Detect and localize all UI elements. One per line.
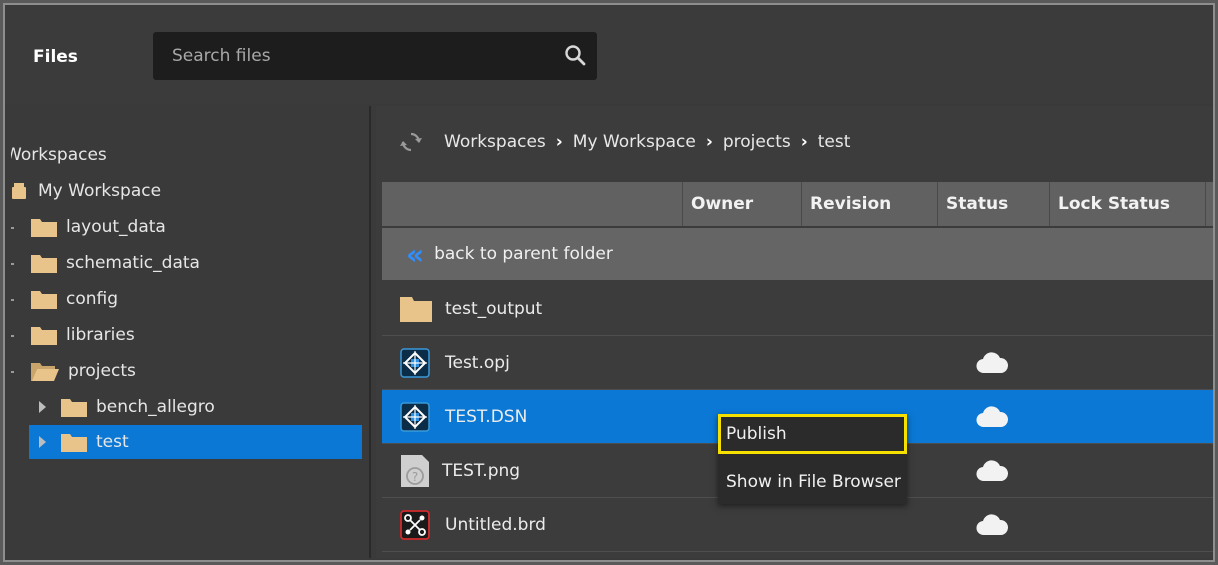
tree-item-my-workspace[interactable]: My Workspace [11, 174, 161, 208]
breadcrumb-item-test[interactable]: test [818, 132, 851, 152]
tree-item-label: Workspaces [11, 145, 107, 165]
workspace-icon [12, 183, 26, 199]
folder-icon [400, 297, 432, 322]
files-window: Files Workspaces My Workspace layout_dat… [3, 3, 1215, 562]
chevron-right-icon: › [555, 132, 563, 152]
column-header-revision[interactable]: Revision [801, 182, 937, 226]
column-header-more[interactable] [1205, 182, 1213, 226]
column-header-lock-status[interactable]: Lock Status [1049, 182, 1205, 226]
folder-icon [31, 255, 57, 273]
file-row[interactable]: Test.opj [382, 336, 1213, 390]
menu-item-publish[interactable]: Publish [718, 414, 907, 454]
search-box[interactable] [153, 32, 597, 80]
project-file-icon [400, 348, 430, 378]
tree-item-label: config [66, 289, 119, 309]
tree-item-libraries[interactable]: libraries [31, 318, 135, 352]
tree-item-layout-data[interactable]: layout_data [31, 210, 166, 244]
unknown-file-icon: ? [401, 455, 429, 487]
cloud-icon [976, 352, 1008, 374]
expand-caret-icon[interactable] [39, 401, 46, 413]
double-chevron-left-icon: « [406, 237, 424, 271]
folder-icon [31, 219, 57, 237]
tree-item-label: schematic_data [66, 253, 200, 273]
column-header-status[interactable]: Status [937, 182, 1049, 226]
page-title: Files [33, 47, 78, 67]
tree-connector [11, 227, 14, 229]
breadcrumb-item-workspaces[interactable]: Workspaces [444, 132, 546, 152]
back-label: back to parent folder [434, 244, 613, 264]
board-file-icon [400, 510, 430, 540]
tree-item-label: test [96, 432, 129, 452]
file-name: TEST.DSN [445, 406, 528, 427]
context-menu: Publish Show in File Browser [718, 414, 907, 504]
file-name: Test.opj [445, 352, 510, 373]
expand-caret-icon[interactable] [39, 436, 46, 448]
chevron-right-icon: › [705, 132, 713, 152]
file-name: test_output [445, 298, 543, 319]
tree-item-label: My Workspace [38, 181, 162, 201]
tree-connector [11, 299, 14, 301]
tree-item-test[interactable]: test [29, 425, 362, 459]
tree-item-schematic-data[interactable]: schematic_data [31, 246, 200, 280]
tree-item-label: bench_allegro [96, 397, 215, 417]
search-input[interactable] [153, 32, 553, 80]
column-header-row: Owner Revision Status Lock Status [382, 182, 1213, 226]
chevron-right-icon: › [800, 132, 808, 152]
tree-item-label: projects [68, 361, 136, 381]
tree-item-projects[interactable]: projects [31, 354, 136, 388]
file-row[interactable]: test_output [382, 282, 1213, 336]
svg-text:?: ? [412, 470, 418, 484]
refresh-icon[interactable] [400, 131, 422, 153]
tree-item-label: layout_data [66, 217, 166, 237]
breadcrumb-item-my-workspace[interactable]: My Workspace [573, 132, 696, 152]
files-header: Files [5, 5, 1213, 103]
tree-item-bench-allegro[interactable]: bench_allegro [39, 390, 215, 424]
folder-icon [61, 399, 87, 417]
tree-connector [11, 335, 14, 337]
column-header-owner[interactable]: Owner [682, 182, 801, 226]
breadcrumb: Workspaces › My Workspace › projects › t… [376, 106, 1213, 178]
cloud-icon [976, 460, 1008, 482]
breadcrumb-item-projects[interactable]: projects [723, 132, 791, 152]
tree-connector [11, 263, 14, 265]
back-to-parent-row[interactable]: « back to parent folder [382, 228, 1213, 280]
menu-item-show-in-file-browser[interactable]: Show in File Browser [718, 462, 907, 502]
tree-item-workspaces[interactable]: Workspaces [11, 138, 107, 172]
tree-item-config[interactable]: config [31, 282, 118, 316]
file-row[interactable]: Untitled.brd [382, 498, 1213, 552]
tree-item-label: libraries [66, 325, 135, 345]
design-file-icon [400, 402, 430, 432]
folder-icon [31, 327, 57, 345]
file-name: Untitled.brd [445, 514, 546, 535]
folder-tree: Workspaces My Workspace layout_data sche… [11, 106, 371, 558]
file-name: TEST.png [442, 460, 521, 481]
folder-icon [61, 434, 87, 452]
tree-connector [11, 371, 14, 373]
cloud-icon [976, 514, 1008, 536]
cloud-icon [976, 406, 1008, 428]
folder-icon [31, 291, 57, 309]
folder-open-icon [31, 363, 59, 381]
search-icon[interactable] [563, 43, 587, 67]
